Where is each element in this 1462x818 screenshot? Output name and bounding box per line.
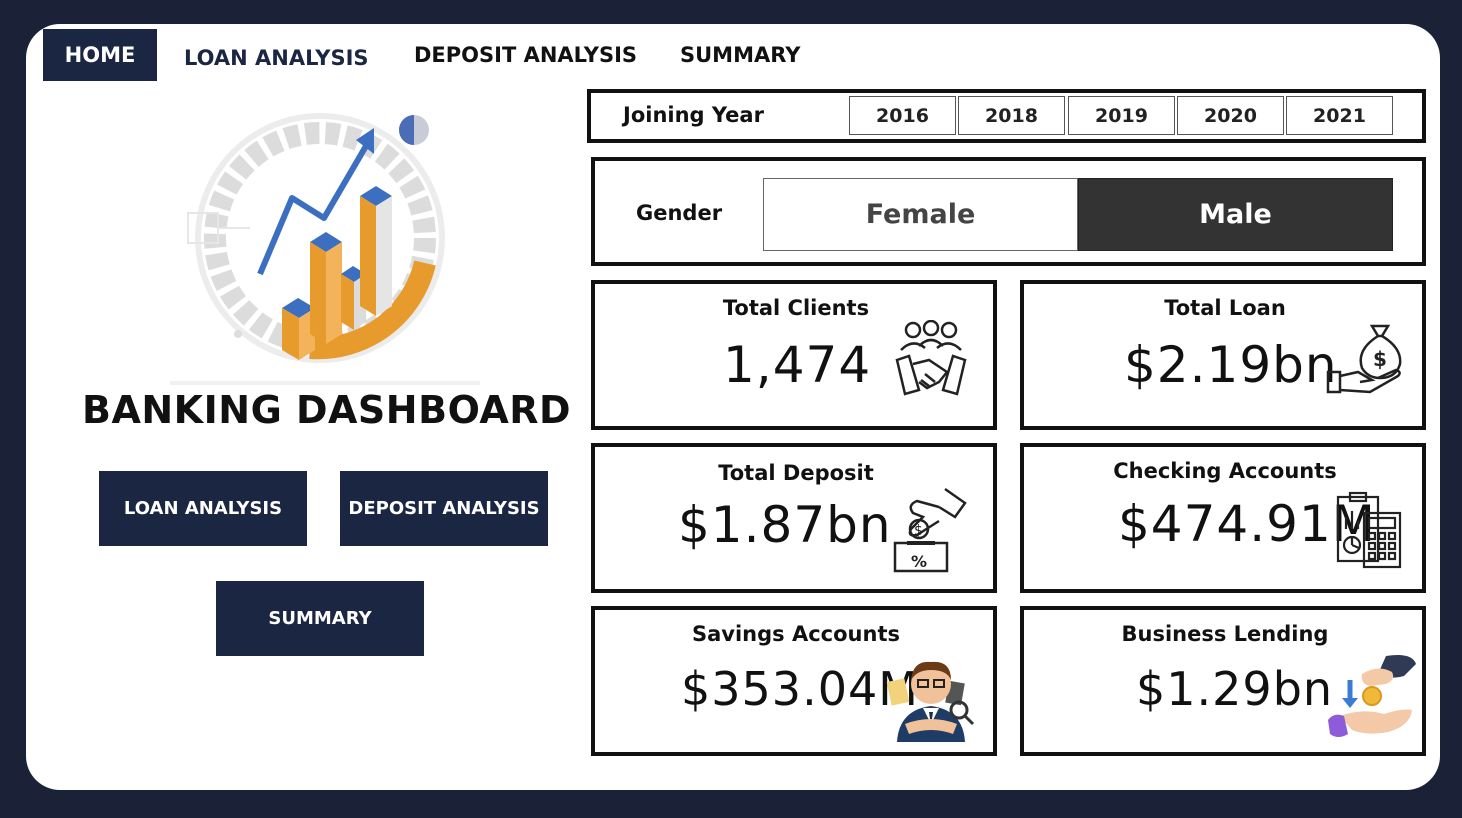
- summary-button[interactable]: SUMMARY: [216, 581, 424, 656]
- kpi-savings-accounts: Savings Accounts $353.04M: [591, 606, 997, 756]
- tab-loan-analysis[interactable]: LOAN ANALYSIS: [184, 32, 369, 84]
- kpi-value: 1,474: [723, 336, 872, 394]
- gender-option-male[interactable]: Male: [1078, 178, 1393, 251]
- gender-slicer: Gender Female Male: [591, 157, 1426, 266]
- year-option[interactable]: 2018: [958, 96, 1065, 135]
- svg-text:$: $: [914, 523, 923, 539]
- gender-label: Gender: [636, 201, 723, 225]
- loan-analysis-button[interactable]: LOAN ANALYSIS: [99, 471, 307, 546]
- kpi-total-clients: Total Clients 1,474: [591, 280, 997, 430]
- year-option[interactable]: 2016: [849, 96, 956, 135]
- coin-lending-hands-icon: [1328, 655, 1416, 737]
- joining-year-slicer: Joining Year 2016 2018 2019 2020 2021: [587, 89, 1426, 143]
- kpi-title: Total Loan: [1164, 296, 1286, 320]
- kpi-total-loan: Total Loan $2.19bn $: [1020, 280, 1426, 430]
- deposit-box-icon: $ %: [893, 487, 967, 573]
- gender-option-female[interactable]: Female: [763, 178, 1078, 251]
- money-bag-hand-icon: $: [1326, 324, 1402, 394]
- calculator-report-icon: [1336, 491, 1402, 569]
- tab-summary[interactable]: SUMMARY: [680, 29, 800, 81]
- kpi-checking-accounts: Checking Accounts $474.91M: [1020, 443, 1426, 593]
- kpi-title: Checking Accounts: [1113, 459, 1337, 483]
- kpi-title: Total Clients: [722, 296, 870, 320]
- kpi-value: $1.87bn: [678, 496, 892, 554]
- kpi-total-deposit: Total Deposit $1.87bn $ %: [591, 443, 997, 593]
- kpi-business-lending: Business Lending $1.29bn: [1020, 606, 1426, 756]
- tab-home[interactable]: HOME: [43, 29, 157, 81]
- accountant-icon: [886, 661, 975, 742]
- kpi-value: $353.04M: [681, 662, 919, 716]
- kpi-title: Savings Accounts: [692, 622, 900, 646]
- kpi-title: Total Deposit: [718, 461, 874, 485]
- kpi-value: $2.19bn: [1124, 336, 1338, 394]
- tab-deposit-analysis[interactable]: DEPOSIT ANALYSIS: [414, 29, 637, 81]
- svg-text:%: %: [911, 552, 927, 571]
- year-option[interactable]: 2021: [1286, 96, 1393, 135]
- joining-year-label: Joining Year: [623, 103, 764, 127]
- banking-chart-logo-icon: [170, 113, 480, 385]
- year-option[interactable]: 2019: [1068, 96, 1175, 135]
- year-option[interactable]: 2020: [1177, 96, 1284, 135]
- svg-text:$: $: [1373, 347, 1387, 371]
- dashboard-title: BANKING DASHBOARD: [82, 388, 572, 432]
- deposit-analysis-button[interactable]: DEPOSIT ANALYSIS: [340, 471, 548, 546]
- handshake-people-icon: [895, 320, 967, 396]
- kpi-title: Business Lending: [1121, 622, 1329, 646]
- kpi-value: $1.29bn: [1136, 662, 1334, 716]
